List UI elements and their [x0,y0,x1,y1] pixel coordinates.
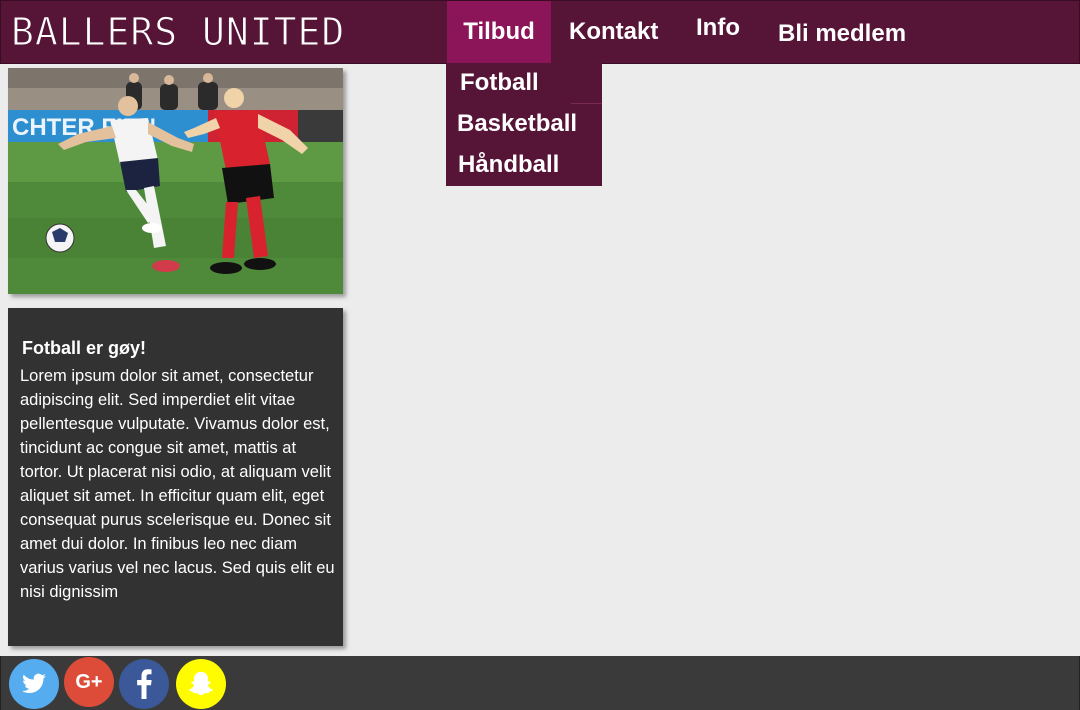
snapchat-icon[interactable] [176,659,226,709]
twitter-bird-glyph [22,673,46,693]
facebook-icon[interactable] [119,659,169,709]
article-body: Lorem ipsum dolor sit amet, consectetur … [20,367,335,601]
nav-item-kontakt[interactable]: Kontakt [569,1,658,63]
site-logo[interactable]: BALLERS UNITED [10,7,345,57]
tilbud-dropdown-menu: Fotball Basketball Håndball [446,63,602,186]
site-footer: G+ [0,656,1080,710]
dropdown-divider [571,103,602,104]
dropdown-item-basketball[interactable]: Basketball [457,110,577,138]
dropdown-item-fotball[interactable]: Fotball [460,69,539,97]
snapchat-ghost-glyph [189,671,213,696]
football-photo-illustration: CHTER FIEN [8,68,343,294]
article-title: Fotball er gøy! [22,338,147,358]
google-plus-glyph: G+ [75,670,103,693]
site-header: BALLERS UNITED Tilbud Kontakt Info Bli m… [0,0,1080,64]
twitter-icon[interactable] [9,659,59,709]
nav-item-info[interactable]: Info [696,0,740,59]
facebook-f-glyph [137,669,152,699]
nav-item-tilbud[interactable]: Tilbud [447,1,551,63]
football-photo: CHTER FIEN [8,68,343,294]
article-card: Fotball er gøy! Lorem ipsum dolor sit am… [8,308,343,646]
google-plus-icon[interactable]: G+ [64,657,114,707]
dropdown-item-handball[interactable]: Håndball [458,151,559,179]
nav-item-bli-medlem[interactable]: Bli medlem [778,3,906,65]
